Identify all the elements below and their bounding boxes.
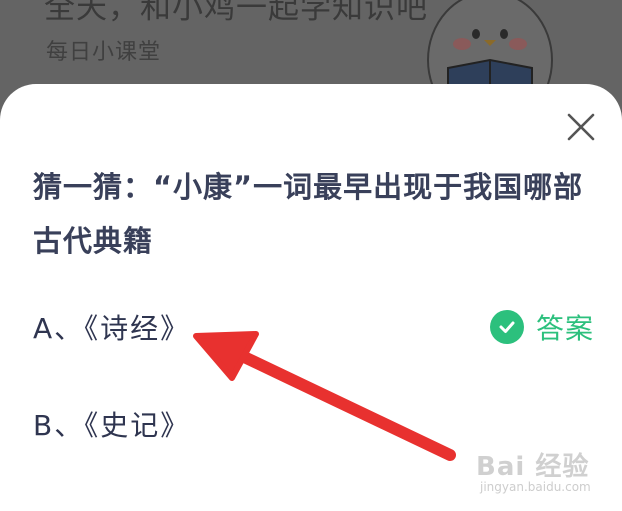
check-icon bbox=[490, 310, 524, 344]
screen: 全天，和小鸡一起学知识吧 每日小课堂 猜一猜：“小康”一词最早出现于我国哪部古代… bbox=[0, 0, 622, 511]
answer-indicator[interactable]: 答案 bbox=[490, 307, 594, 347]
baidu-jingyan-watermark: Bai 经验 jingyan.baidu.com bbox=[476, 446, 616, 506]
close-icon bbox=[567, 113, 595, 141]
background-subtitle: 每日小课堂 bbox=[46, 40, 162, 65]
option-a[interactable]: A、《诗经》 bbox=[33, 307, 190, 347]
answer-label: 答案 bbox=[536, 312, 595, 345]
close-button[interactable] bbox=[562, 108, 600, 146]
watermark-logo: Bai 经验 bbox=[476, 452, 590, 482]
watermark-url: jingyan.baidu.com bbox=[480, 480, 591, 494]
option-b[interactable]: B、《史记》 bbox=[33, 404, 190, 444]
background-title: 全天，和小鸡一起学知识吧 bbox=[44, 0, 428, 26]
quiz-question: 猜一猜：“小康”一词最早出现于我国哪部古代典籍 bbox=[33, 170, 584, 258]
